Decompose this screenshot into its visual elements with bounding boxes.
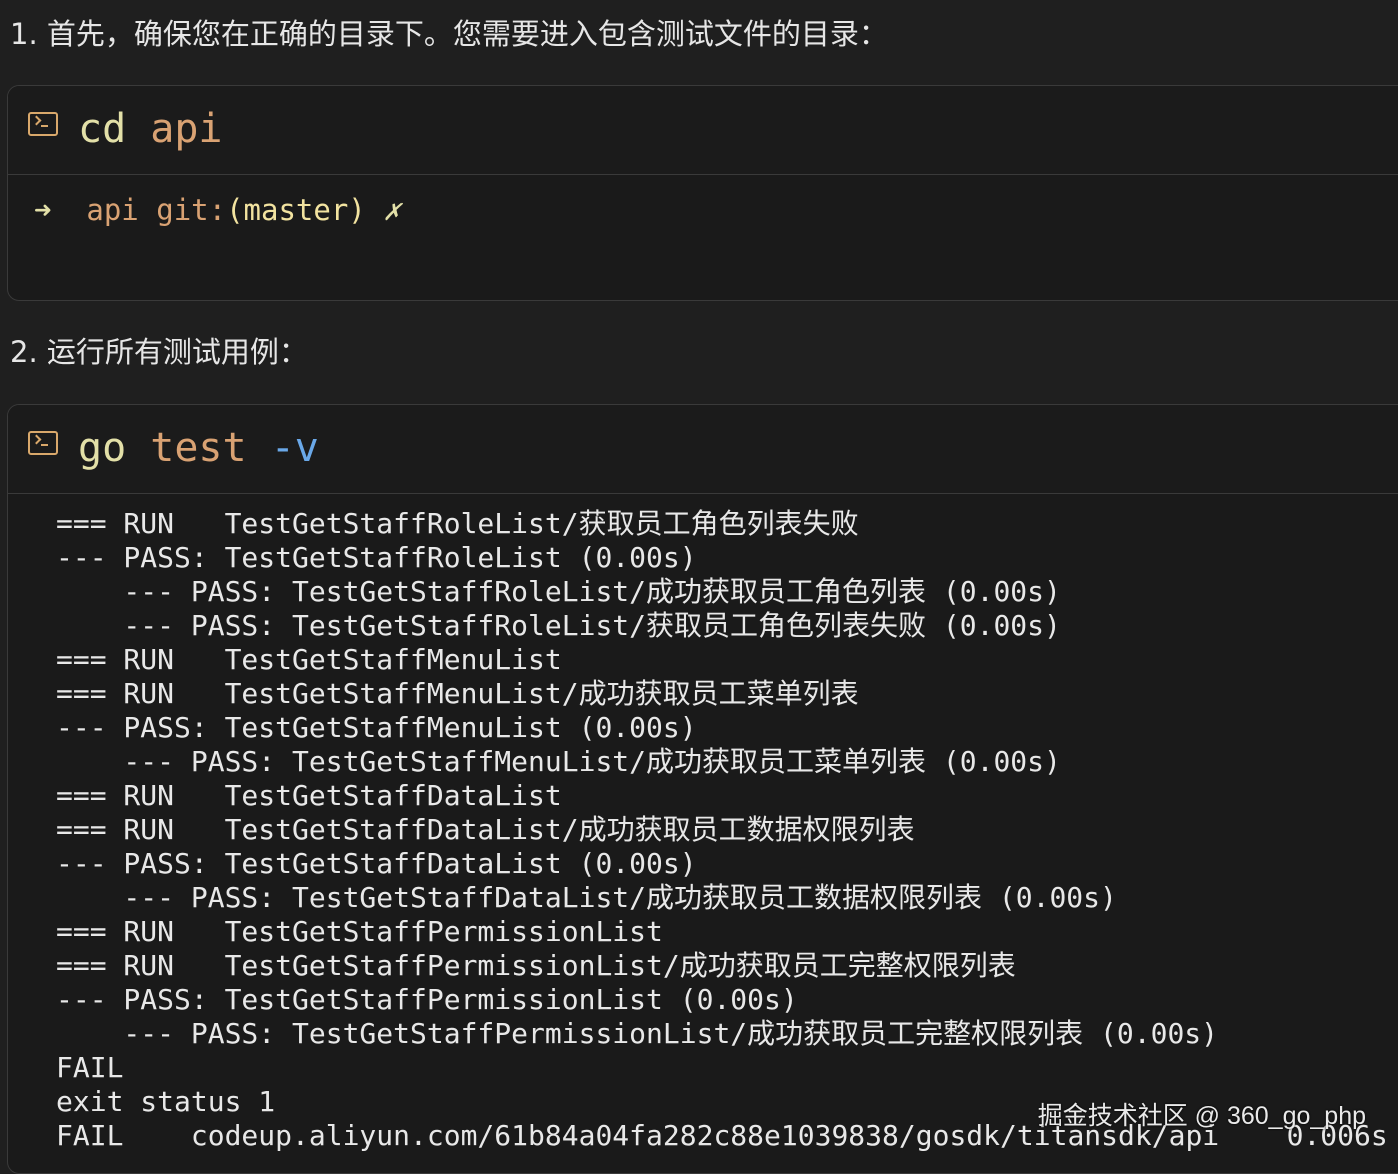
output-line: === RUN TestGetStaffPermissionList <box>56 915 663 948</box>
output-line: === RUN TestGetStaffDataList/成功获取员工数据权限列… <box>56 813 915 846</box>
prompt-arrow-icon: ➜ <box>34 193 52 227</box>
output-line: --- PASS: TestGetStaffRoleList (0.00s) <box>56 541 697 574</box>
terminal-icon <box>28 112 58 136</box>
terminal-block-go-test: go test -v === RUN TestGetStaffRoleList/… <box>7 404 1398 1174</box>
output-line: --- PASS: TestGetStaffMenuList/成功获取员工菜单列… <box>56 745 1061 778</box>
output-line: === RUN TestGetStaffDataList <box>56 779 562 812</box>
output-line: === RUN TestGetStaffMenuList <box>56 643 562 676</box>
output-line: --- PASS: TestGetStaffMenuList (0.00s) <box>56 711 697 744</box>
output-line: --- PASS: TestGetStaffRoleList/成功获取员工角色列… <box>56 575 1061 608</box>
terminal-header: go test -v <box>8 405 1398 494</box>
output-line: FAIL <box>56 1051 124 1084</box>
prompt-git: git: <box>156 193 227 227</box>
output-line: --- PASS: TestGetStaffDataList (0.00s) <box>56 847 697 880</box>
command-text[interactable]: cd api <box>78 104 223 154</box>
output-line: --- PASS: TestGetStaffRoleList/获取员工角色列表失… <box>56 609 1061 642</box>
terminal-header: cd api <box>8 86 1398 175</box>
step-2-instruction: 2. 运行所有测试用例： <box>10 335 308 369</box>
watermark: 掘金技术社区 @ 360_go_php <box>1037 1102 1366 1130</box>
prompt-branch: (master) <box>226 193 366 227</box>
command-flag: -v <box>270 425 319 471</box>
command-word: go <box>78 425 127 471</box>
output-line: === RUN TestGetStaffRoleList/获取员工角色列表失败 <box>56 507 859 540</box>
output-line: --- PASS: TestGetStaffPermissionList (0.… <box>56 983 798 1016</box>
step-1-instruction: 1. 首先，确保您在正确的目录下。您需要进入包含测试文件的目录： <box>10 17 888 51</box>
command-word: cd <box>78 106 127 152</box>
output-line: === RUN TestGetStaffPermissionList/成功获取员… <box>56 949 1016 982</box>
prompt-dirty-icon: ✗ <box>383 193 401 227</box>
terminal-icon <box>28 431 58 455</box>
output-line: --- PASS: TestGetStaffPermissionList/成功获… <box>56 1017 1219 1050</box>
command-arg: test <box>150 425 247 471</box>
terminal-output: === RUN TestGetStaffRoleList/获取员工角色列表失败 -… <box>56 507 1398 1153</box>
prompt-dir: api <box>86 193 139 227</box>
shell-prompt: ➜ api git:(master) ✗ <box>34 192 401 228</box>
output-line: --- PASS: TestGetStaffDataList/成功获取员工数据权… <box>56 881 1117 914</box>
command-arg: api <box>150 106 223 152</box>
command-text[interactable]: go test -v <box>78 423 319 473</box>
output-line: === RUN TestGetStaffMenuList/成功获取员工菜单列表 <box>56 677 859 710</box>
terminal-block-cd: cd api ➜ api git:(master) ✗ <box>7 85 1398 301</box>
